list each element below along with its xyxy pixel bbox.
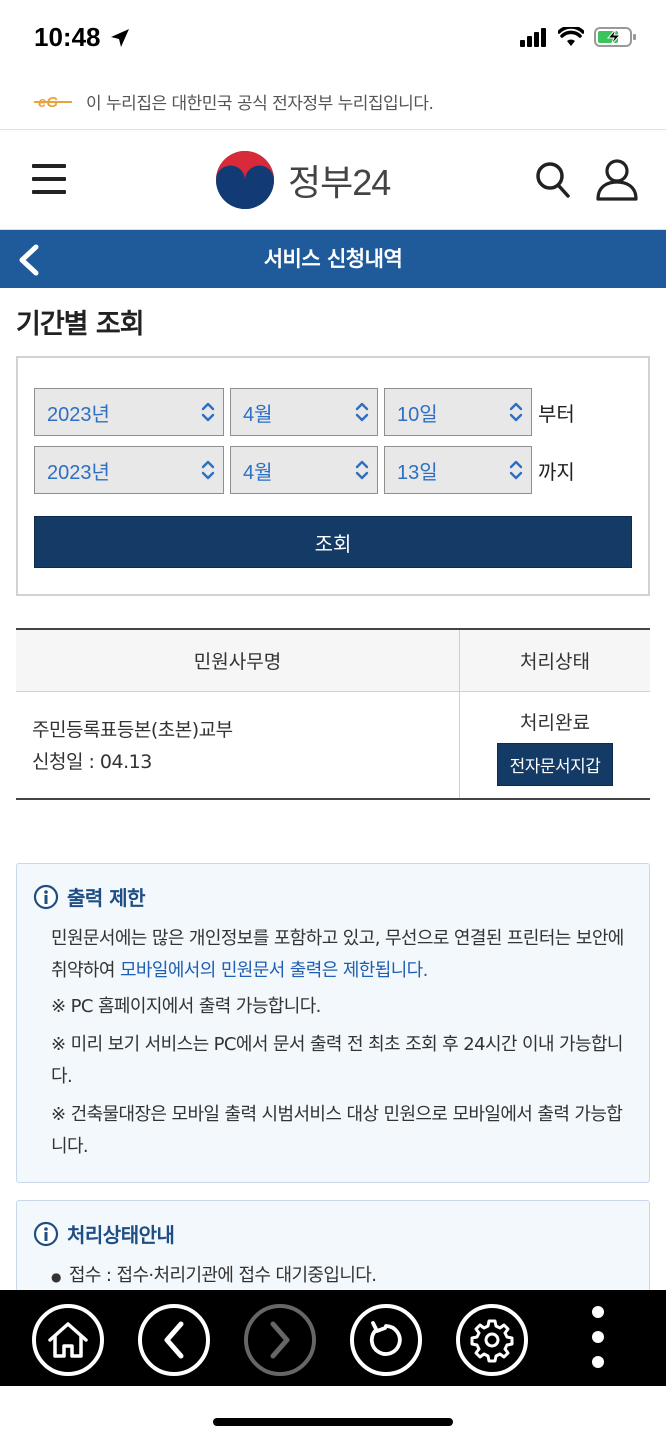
row-status-cell: 처리완료 전자문서지갑: [460, 692, 650, 798]
page-title: 서비스 신청내역: [263, 247, 403, 271]
home-button[interactable]: [32, 1304, 104, 1376]
notice-heading: 처리상태안내: [33, 1219, 633, 1248]
print-restriction-notice: 출력 제한 민원문서에는 많은 개인정보를 포함하고 있고, 무선으로 연결된 …: [16, 863, 650, 1183]
e-document-wallet-button[interactable]: 전자문서지갑: [496, 743, 614, 786]
site-header: 정부24: [0, 130, 666, 230]
chevron-right-icon: [270, 1321, 290, 1359]
to-month-value: 4월: [243, 461, 273, 484]
status-time: 10:48: [34, 22, 131, 53]
cellular-signal-icon: [520, 28, 546, 47]
from-day-select[interactable]: 10일: [384, 388, 532, 436]
chevron-updown-icon: [355, 402, 369, 422]
notice-title: 출력 제한: [67, 886, 146, 910]
to-day-value: 13일: [397, 461, 438, 484]
table-header: 민원사무명 처리상태: [16, 630, 650, 692]
browser-toolbar: [0, 1290, 666, 1386]
chevron-updown-icon: [201, 402, 215, 422]
application-name[interactable]: 주민등록표등본(초본)교부: [32, 714, 459, 746]
notice-title: 처리상태안내: [67, 1223, 175, 1247]
row-name-cell: 주민등록표등본(초본)교부 신청일 : 04.13: [16, 692, 460, 798]
status-guide-text: 접수 : 접수·처리기관에 접수 대기중입니다.: [68, 1265, 377, 1286]
search-icon[interactable]: [534, 160, 572, 204]
section-title: 기간별 조회: [16, 309, 145, 340]
to-day-select[interactable]: 13일: [384, 446, 532, 494]
from-day-value: 10일: [397, 403, 438, 426]
to-year-value: 2023년: [47, 461, 110, 484]
reload-button[interactable]: [350, 1304, 422, 1376]
from-month-value: 4월: [243, 403, 273, 426]
to-year-select[interactable]: 2023년: [34, 446, 224, 494]
logo-text: 정부24: [288, 162, 391, 203]
svg-text:eG: eG: [38, 94, 58, 111]
forward-button[interactable]: [244, 1304, 316, 1376]
egov-logo-icon: eG: [34, 94, 72, 111]
notice-heading: 출력 제한: [33, 882, 633, 911]
info-icon: [33, 1221, 59, 1246]
from-date-row: 2023년 4월 10일 부터: [34, 388, 575, 436]
notice-paragraph-2: ※ PC 홈페이지에서 출력 가능합니다.: [51, 996, 321, 1017]
reload-icon: [369, 1321, 402, 1356]
home-indicator: [213, 1418, 453, 1426]
settings-button[interactable]: [456, 1304, 528, 1376]
chevron-updown-icon: [355, 460, 369, 480]
to-date-row: 2023년 4월 13일 까지: [34, 446, 575, 494]
status-guide-item: ● 접수 : 접수·처리기관에 접수 대기중입니다.: [51, 1265, 377, 1286]
wifi-icon: [558, 27, 584, 46]
notice-highlight: 모바일에서의 민원문서 출력은 제한됩니다.: [119, 960, 428, 981]
battery-charging-icon: [594, 27, 636, 47]
location-arrow-icon: [110, 28, 129, 47]
back-arrow-icon[interactable]: [16, 244, 42, 280]
user-icon[interactable]: [594, 156, 640, 206]
chevron-left-icon: [164, 1321, 184, 1359]
gear-icon: [470, 1319, 514, 1363]
home-icon: [48, 1322, 88, 1358]
from-month-select[interactable]: 4월: [230, 388, 378, 436]
status-text: 처리완료: [520, 712, 590, 734]
notice-paragraph-1: 민원문서에는 많은 개인정보를 포함하고 있고, 무선으로 연결된 프린터는 보…: [51, 923, 633, 987]
gov-banner-text: 이 누리집은 대한민국 공식 전자정부 누리집입니다.: [86, 94, 434, 114]
period-filter-box: 2023년 4월 10일 부터 2023년 4월 13일 까지 조회: [16, 356, 650, 596]
notice-paragraph-4: ※ 건축물대장은 모바일 출력 시범서비스 대상 민원으로 모바일에서 출력 가…: [51, 1104, 623, 1157]
gov24-logo[interactable]: 정부24: [214, 149, 391, 211]
info-icon: [33, 884, 59, 909]
application-date: 신청일 : 04.13: [32, 751, 152, 773]
taegeuk-logo-icon: [216, 151, 274, 209]
page-title-bar: 서비스 신청내역: [0, 230, 666, 288]
notice-paragraph-3: ※ 미리 보기 서비스는 PC에서 문서 출력 전 최초 조회 후 24시간 이…: [51, 1034, 623, 1087]
menu-icon[interactable]: [32, 164, 66, 194]
from-year-value: 2023년: [47, 403, 110, 426]
results-table: 민원사무명 처리상태 주민등록표등본(초본)교부 신청일 : 04.13 처리완…: [16, 628, 650, 800]
column-header-name: 민원사무명: [16, 630, 460, 691]
chevron-updown-icon: [201, 460, 215, 480]
to-suffix: 까지: [538, 459, 575, 484]
chevron-updown-icon: [509, 402, 523, 422]
column-header-status: 처리상태: [520, 651, 590, 673]
more-menu-icon[interactable]: [590, 1306, 606, 1368]
status-bar: 10:48: [0, 0, 666, 74]
query-button[interactable]: 조회: [34, 516, 632, 568]
table-row: 주민등록표등본(초본)교부 신청일 : 04.13 처리완료 전자문서지갑: [16, 692, 650, 798]
time-text: 10:48: [34, 22, 101, 52]
to-month-select[interactable]: 4월: [230, 446, 378, 494]
from-year-select[interactable]: 2023년: [34, 388, 224, 436]
chevron-updown-icon: [509, 460, 523, 480]
back-button[interactable]: [138, 1304, 210, 1376]
from-suffix: 부터: [538, 401, 575, 426]
gov-official-banner: eG 이 누리집은 대한민국 공식 전자정부 누리집입니다.: [0, 74, 666, 130]
